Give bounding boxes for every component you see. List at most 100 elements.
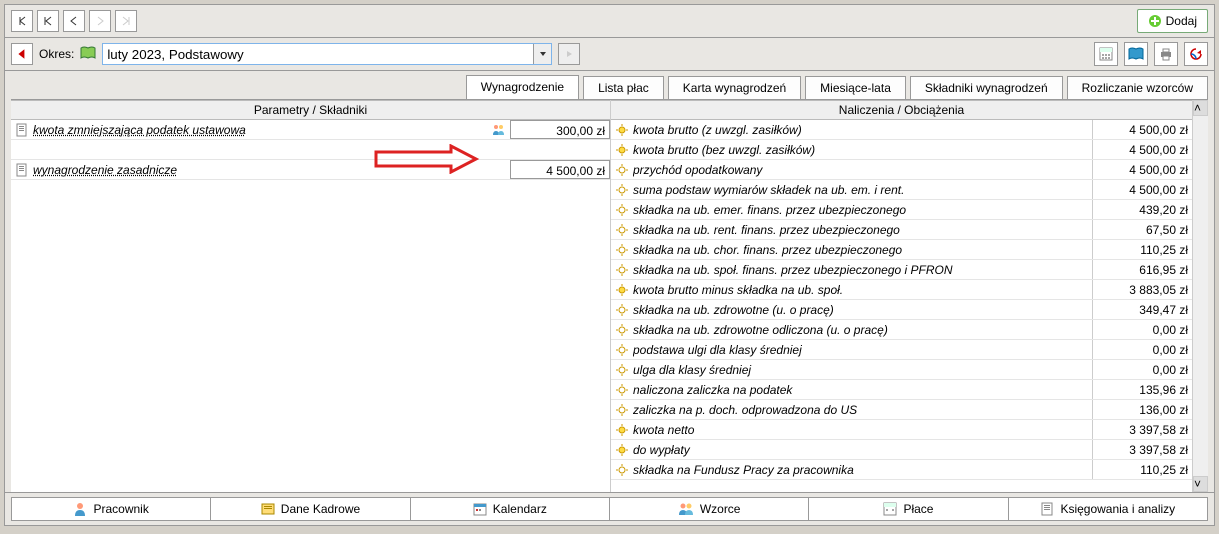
- book-icon-button[interactable]: [1124, 42, 1148, 66]
- calc-label: kwota brutto minus składka na ub. społ.: [633, 283, 1092, 297]
- bottom-dane[interactable]: Dane Kadrowe: [210, 497, 410, 521]
- calc-label: suma podstaw wymiarów składek na ub. em.…: [633, 183, 1092, 197]
- calc-value: 67,50 zł: [1092, 220, 1192, 239]
- param-label: wynagrodzenie zasadnicze: [33, 163, 510, 177]
- calc-row: składka na ub. zdrowotne odliczona (u. o…: [611, 320, 1192, 340]
- calc-icon-button[interactable]: [1094, 42, 1118, 66]
- tab-miesiace[interactable]: Miesiące-lata: [805, 76, 906, 99]
- calc-value: 135,96 zł: [1092, 380, 1192, 399]
- sun-icon: [613, 321, 631, 339]
- calc-row: suma podstaw wymiarów składek na ub. em.…: [611, 180, 1192, 200]
- report-icon: [1040, 502, 1054, 516]
- calc-row: kwota brutto (bez uwzgl. zasiłków)4 500,…: [611, 140, 1192, 160]
- period-label: Okres:: [39, 47, 74, 61]
- param-label: kwota zmniejszająca podatek ustawowa: [33, 123, 488, 137]
- tab-wynagrodzenie[interactable]: Wynagrodzenie: [466, 75, 579, 99]
- period-dropdown[interactable]: [533, 44, 551, 64]
- calc-row: składka na ub. rent. finans. przez ubezp…: [611, 220, 1192, 240]
- calc-value: 110,25 zł: [1092, 240, 1192, 259]
- calc-label: kwota netto: [633, 423, 1092, 437]
- tab-rozliczanie[interactable]: Rozliczanie wzorców: [1067, 76, 1208, 99]
- calc-value: 439,20 zł: [1092, 200, 1192, 219]
- nav-scroll-outer[interactable]: [11, 10, 33, 32]
- calendar-icon: [473, 502, 487, 516]
- calc-value: 0,00 zł: [1092, 340, 1192, 359]
- tab-lista-plac[interactable]: Lista płac: [583, 76, 664, 99]
- calc-value: 4 500,00 zł: [1092, 140, 1192, 159]
- calc-label: składka na ub. rent. finans. przez ubezp…: [633, 223, 1092, 237]
- calc-label: do wypłaty: [633, 443, 1092, 457]
- sun-icon: [613, 381, 631, 399]
- calc-row: składka na ub. zdrowotne (u. o pracę)349…: [611, 300, 1192, 320]
- doc-icon: [13, 121, 31, 139]
- tab-karta[interactable]: Karta wynagrodzeń: [668, 76, 801, 99]
- person-icon: [73, 502, 87, 516]
- calc-row: naliczona zaliczka na podatek135,96 zł: [611, 380, 1192, 400]
- period-input[interactable]: [102, 43, 552, 65]
- nav-last[interactable]: [115, 10, 137, 32]
- bottom-kalendarz[interactable]: Kalendarz: [410, 497, 610, 521]
- calc-value: 3 397,58 zł: [1092, 420, 1192, 439]
- calc-value: 3 883,05 zł: [1092, 280, 1192, 299]
- calc-row: składka na ub. emer. finans. przez ubezp…: [611, 200, 1192, 220]
- calc-value: 4 500,00 zł: [1092, 160, 1192, 179]
- sun-icon: [613, 361, 631, 379]
- calc-label: składka na ub. chor. finans. przez ubezp…: [633, 243, 1092, 257]
- bottom-place[interactable]: Płace: [808, 497, 1008, 521]
- folder-icon: [261, 502, 275, 516]
- print-icon-button[interactable]: [1154, 42, 1178, 66]
- calc-label: podstawa ulgi dla klasy średniej: [633, 343, 1092, 357]
- calc-label: składka na Fundusz Pracy za pracownika: [633, 463, 1092, 477]
- calc-icon: [883, 502, 897, 516]
- people-icon: [678, 502, 694, 516]
- nav-next[interactable]: [89, 10, 111, 32]
- calc-label: składka na ub. zdrowotne odliczona (u. o…: [633, 323, 1092, 337]
- calc-label: zaliczka na p. doch. odprowadzona do US: [633, 403, 1092, 417]
- calc-value: 0,00 zł: [1092, 360, 1192, 379]
- sun-icon: [613, 461, 631, 479]
- bottom-wzorce[interactable]: Wzorce: [609, 497, 809, 521]
- calc-label: składka na ub. społ. finans. przez ubezp…: [633, 263, 1092, 277]
- calc-row: składka na ub. społ. finans. przez ubezp…: [611, 260, 1192, 280]
- sun-icon: [613, 441, 631, 459]
- calc-value: 349,47 zł: [1092, 300, 1192, 319]
- add-button[interactable]: Dodaj: [1137, 9, 1208, 33]
- param-row[interactable]: kwota zmniejszająca podatek ustawowa 300,…: [11, 120, 610, 140]
- calc-label: przychód opodatkowany: [633, 163, 1092, 177]
- scrollbar[interactable]: ˄˅: [1192, 100, 1208, 492]
- param-value[interactable]: 4 500,00 zł: [510, 160, 610, 179]
- calc-value: 110,25 zł: [1092, 460, 1192, 479]
- back-button[interactable]: [11, 43, 33, 65]
- calc-value: 136,00 zł: [1092, 400, 1192, 419]
- calc-value: 4 500,00 zł: [1092, 180, 1192, 199]
- calc-row: ulga dla klasy średniej0,00 zł: [611, 360, 1192, 380]
- calc-label: kwota brutto (bez uwzgl. zasiłków): [633, 143, 1092, 157]
- header-right: Naliczenia / Obciążenia: [611, 100, 1192, 120]
- calc-label: składka na ub. emer. finans. przez ubezp…: [633, 203, 1092, 217]
- calc-row: kwota netto3 397,58 zł: [611, 420, 1192, 440]
- calc-value: 4 500,00 zł: [1092, 120, 1192, 139]
- bottom-ksiegowania[interactable]: Księgowania i analizy: [1008, 497, 1208, 521]
- calc-label: ulga dla klasy średniej: [633, 363, 1092, 377]
- sun-icon: [613, 261, 631, 279]
- sun-icon: [613, 141, 631, 159]
- people-icon: [490, 121, 508, 139]
- nav-first[interactable]: [37, 10, 59, 32]
- calc-row: kwota brutto (z uwzgl. zasiłków)4 500,00…: [611, 120, 1192, 140]
- sun-icon: [613, 241, 631, 259]
- sun-icon: [613, 221, 631, 239]
- sun-icon: [613, 201, 631, 219]
- param-value[interactable]: 300,00 zł: [510, 120, 610, 139]
- calc-row: kwota brutto minus składka na ub. społ.3…: [611, 280, 1192, 300]
- calc-row: do wypłaty3 397,58 zł: [611, 440, 1192, 460]
- sun-icon: [613, 281, 631, 299]
- refresh-icon-button[interactable]: [1184, 42, 1208, 66]
- tab-skladniki[interactable]: Składniki wynagrodzeń: [910, 76, 1063, 99]
- param-row[interactable]: wynagrodzenie zasadnicze4 500,00 zł: [11, 160, 610, 180]
- bottom-pracownik[interactable]: Pracownik: [11, 497, 211, 521]
- book-icon: [80, 46, 96, 63]
- sun-icon: [613, 401, 631, 419]
- calc-value: 3 397,58 zł: [1092, 440, 1192, 459]
- nav-prev[interactable]: [63, 10, 85, 32]
- sun-icon: [613, 181, 631, 199]
